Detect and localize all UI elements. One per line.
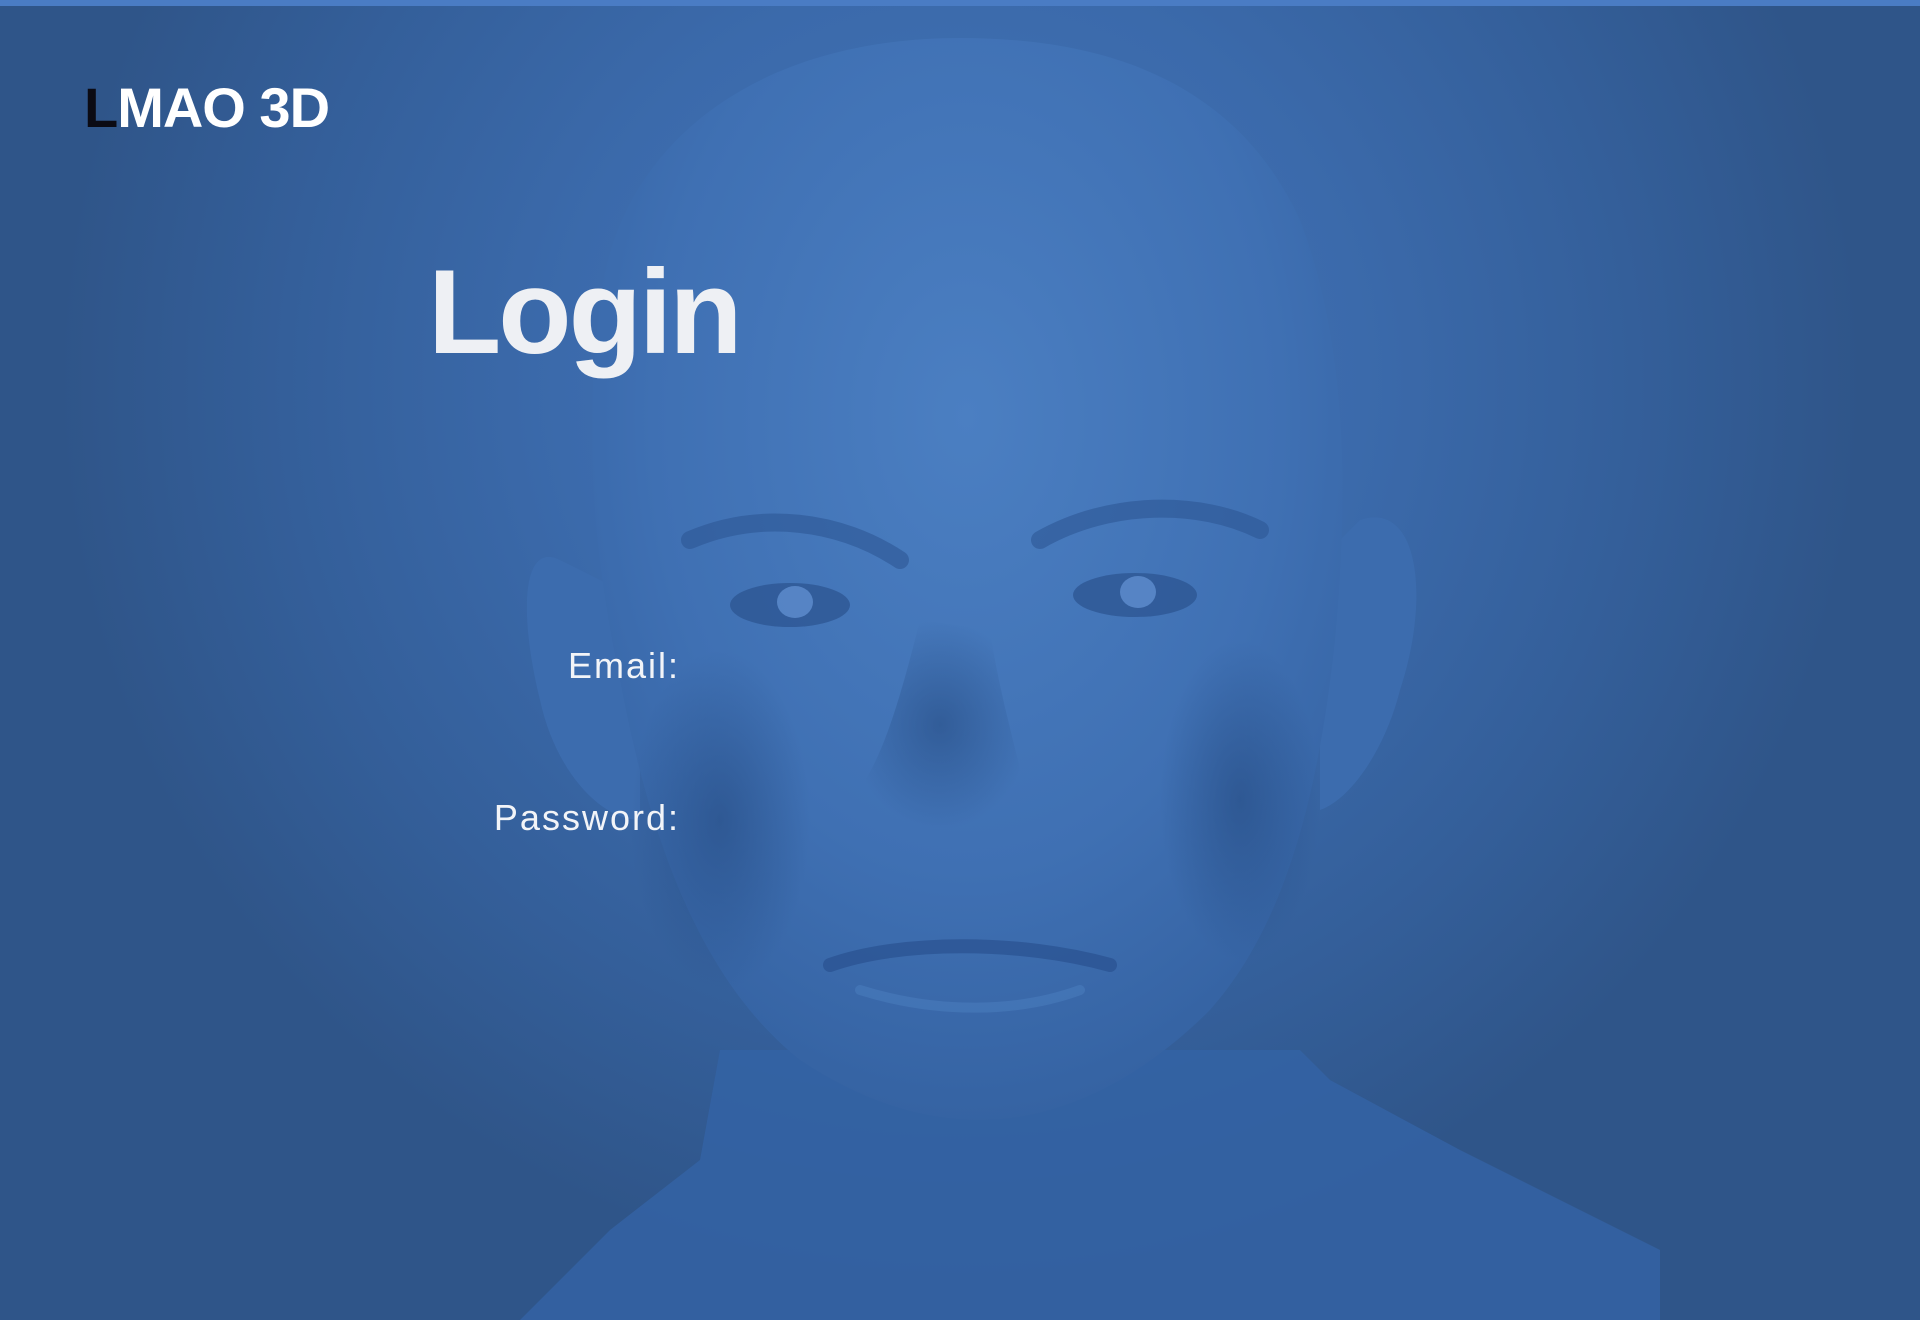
email-field[interactable]: [694, 640, 1190, 690]
logo-text: MAO 3D: [117, 76, 330, 139]
logo-first-letter: L: [84, 76, 118, 139]
email-label: Email:: [567, 645, 680, 686]
password-label: Password:: [493, 797, 680, 838]
password-field[interactable]: [694, 792, 1190, 842]
page-title: Login: [428, 245, 743, 379]
app-logo[interactable]: LMAO 3D: [84, 80, 330, 136]
